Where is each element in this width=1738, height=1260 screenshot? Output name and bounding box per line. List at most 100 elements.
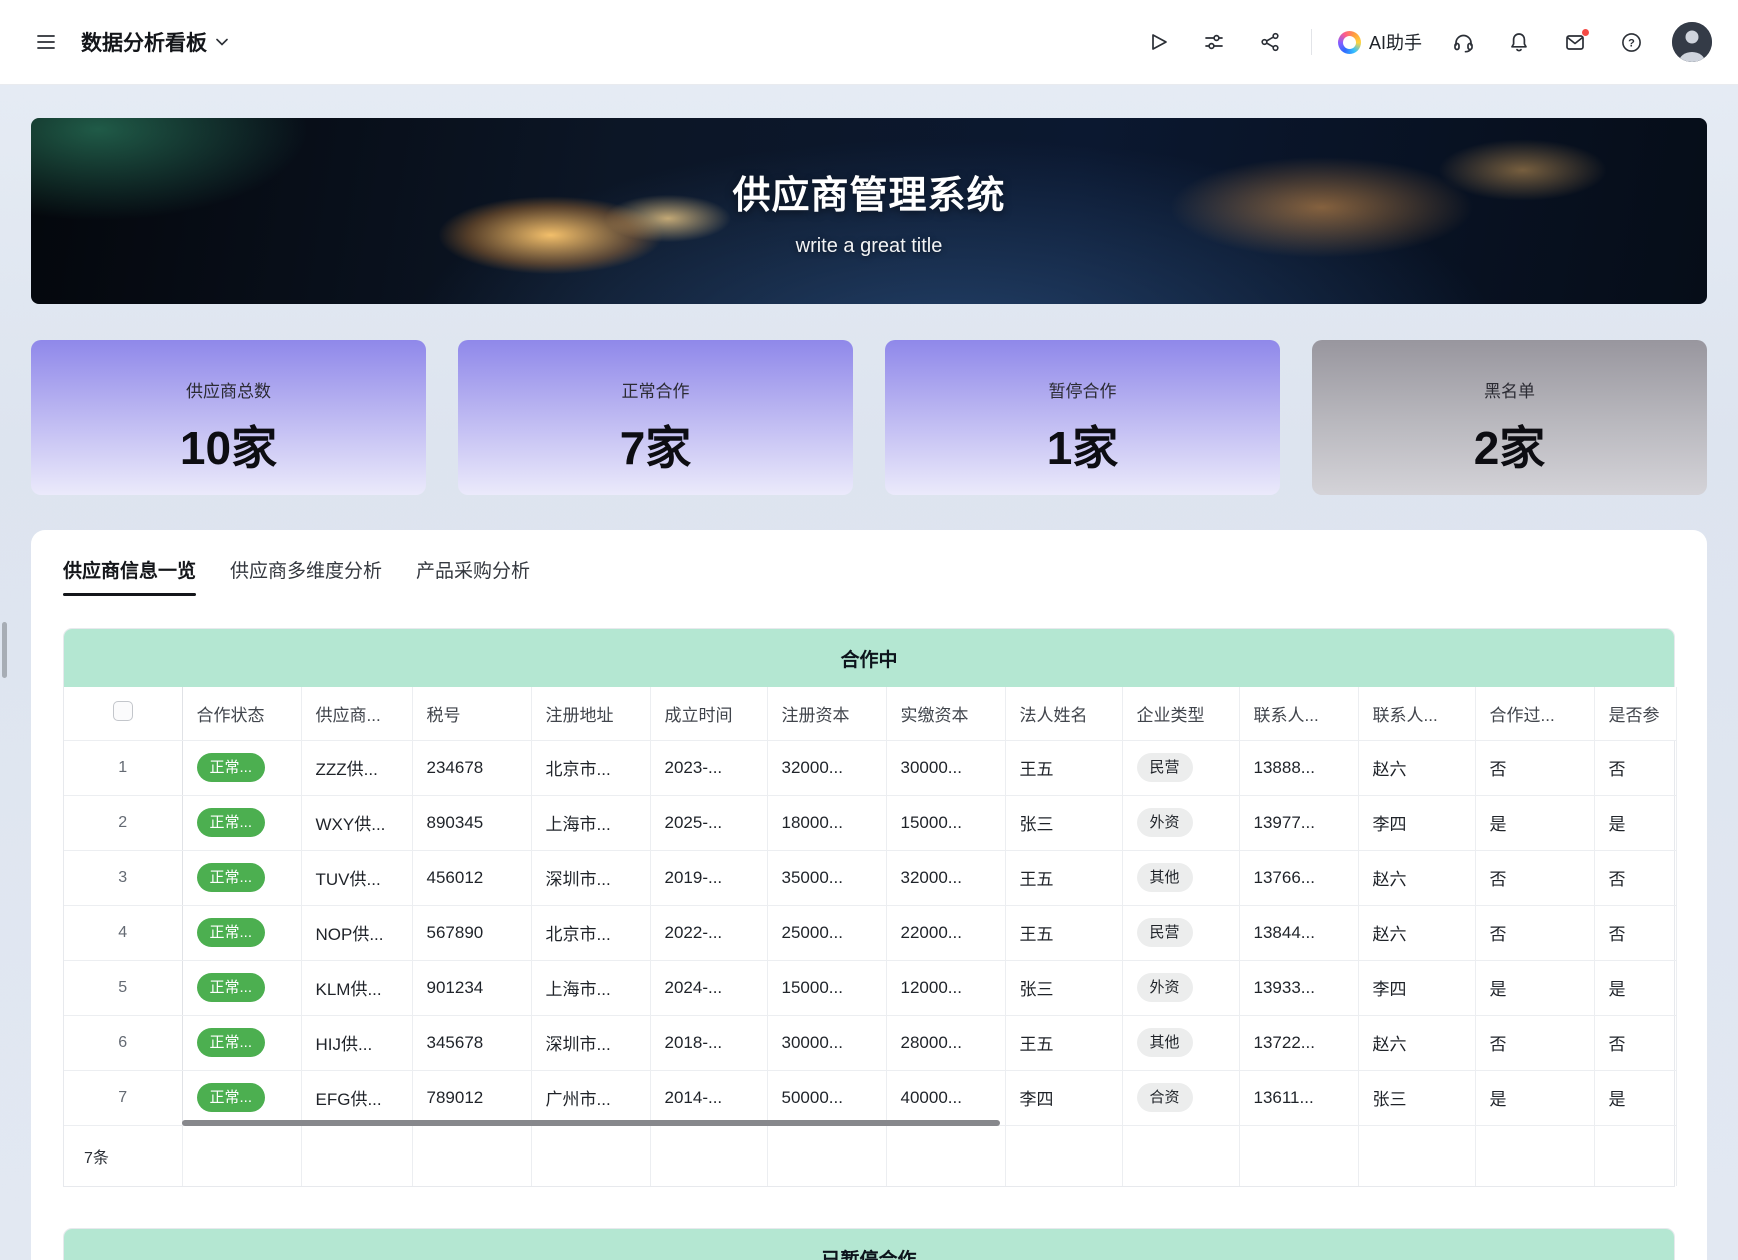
tab-supplier-overview[interactable]: 供应商信息一览	[63, 556, 196, 596]
stat-card-total-suppliers[interactable]: 供应商总数 10家	[31, 340, 426, 495]
cell[interactable]: 28000...	[886, 1015, 1005, 1070]
cell[interactable]: 王五	[1005, 905, 1122, 960]
cell[interactable]: 李四	[1358, 960, 1475, 1015]
cell[interactable]: 2024-...	[650, 960, 767, 1015]
cell[interactable]: 王五	[1005, 740, 1122, 795]
table-row[interactable]: 2正常...WXY供...890345上海市...2025-...18000..…	[64, 795, 1676, 850]
cell[interactable]: 合资	[1122, 1070, 1239, 1125]
cell[interactable]: 234678	[412, 740, 531, 795]
cell[interactable]: WXY供...	[301, 795, 412, 850]
cell[interactable]: 是	[1594, 960, 1676, 1015]
cell[interactable]: 否	[1475, 1015, 1594, 1070]
column-header[interactable]: 企业类型	[1122, 687, 1239, 740]
column-header[interactable]: 法人姓名	[1005, 687, 1122, 740]
cell[interactable]: 正常...	[182, 740, 301, 795]
row-number[interactable]: 3	[64, 850, 182, 905]
stat-card-normal-cooperation[interactable]: 正常合作 7家	[458, 340, 853, 495]
row-number[interactable]: 4	[64, 905, 182, 960]
cell[interactable]: 其他	[1122, 850, 1239, 905]
share-icon[interactable]	[1255, 27, 1285, 57]
cell[interactable]: 民营	[1122, 740, 1239, 795]
cell[interactable]: KLM供...	[301, 960, 412, 1015]
cell[interactable]: NOP供...	[301, 905, 412, 960]
column-header[interactable]: 成立时间	[650, 687, 767, 740]
cell[interactable]: 2018-...	[650, 1015, 767, 1070]
cell[interactable]: 2023-...	[650, 740, 767, 795]
column-header[interactable]: 税号	[412, 687, 531, 740]
cell[interactable]: EFG供...	[301, 1070, 412, 1125]
cell[interactable]: 正常...	[182, 905, 301, 960]
cell[interactable]: 2019-...	[650, 850, 767, 905]
column-header[interactable]: 联系人...	[1239, 687, 1358, 740]
table-row[interactable]: 4正常...NOP供...567890北京市...2022-...25000..…	[64, 905, 1676, 960]
cell[interactable]: 赵六	[1358, 850, 1475, 905]
cell[interactable]: 北京市...	[531, 740, 650, 795]
cell[interactable]: 是	[1475, 960, 1594, 1015]
inbox-icon[interactable]	[1560, 27, 1590, 57]
cell[interactable]: 是	[1475, 795, 1594, 850]
table-row[interactable]: 7正常...EFG供...789012广州市...2014-...50000..…	[64, 1070, 1676, 1125]
table-row[interactable]: 3正常...TUV供...456012深圳市...2019-...35000..…	[64, 850, 1676, 905]
cell[interactable]: 否	[1475, 740, 1594, 795]
cell[interactable]: 2022-...	[650, 905, 767, 960]
cell[interactable]: 50000...	[767, 1070, 886, 1125]
cell[interactable]: 正常...	[182, 1070, 301, 1125]
table-row[interactable]: 6正常...HIJ供...345678深圳市...2018-...30000..…	[64, 1015, 1676, 1070]
cell[interactable]: 北京市...	[531, 905, 650, 960]
cell[interactable]: 30000...	[886, 740, 1005, 795]
settings-sliders-icon[interactable]	[1199, 27, 1229, 57]
row-number[interactable]: 6	[64, 1015, 182, 1070]
table-row[interactable]: 1正常...ZZZ供...234678北京市...2023-...32000..…	[64, 740, 1676, 795]
cell[interactable]: 上海市...	[531, 960, 650, 1015]
cell[interactable]: 赵六	[1358, 1015, 1475, 1070]
select-all-checkbox[interactable]	[113, 701, 133, 721]
cell[interactable]: HIJ供...	[301, 1015, 412, 1070]
cell[interactable]: 张三	[1005, 795, 1122, 850]
column-header[interactable]: 供应商...	[301, 687, 412, 740]
cell[interactable]: 是	[1594, 1070, 1676, 1125]
cell[interactable]: 深圳市...	[531, 850, 650, 905]
cell[interactable]: 否	[1594, 905, 1676, 960]
cell[interactable]: 正常...	[182, 795, 301, 850]
tab-supplier-analysis[interactable]: 供应商多维度分析	[230, 556, 382, 596]
cell[interactable]: ZZZ供...	[301, 740, 412, 795]
cell[interactable]: 赵六	[1358, 905, 1475, 960]
cell[interactable]: 外资	[1122, 960, 1239, 1015]
cell[interactable]: 345678	[412, 1015, 531, 1070]
table-row[interactable]: 5正常...KLM供...901234上海市...2024-...15000..…	[64, 960, 1676, 1015]
cell[interactable]: 赵六	[1358, 740, 1475, 795]
notification-bell-icon[interactable]	[1504, 27, 1534, 57]
cell[interactable]: 深圳市...	[531, 1015, 650, 1070]
cell[interactable]: 32000...	[767, 740, 886, 795]
cell[interactable]: 王五	[1005, 850, 1122, 905]
help-icon[interactable]: ?	[1616, 27, 1646, 57]
cell[interactable]: 外资	[1122, 795, 1239, 850]
cell[interactable]: 15000...	[886, 795, 1005, 850]
cell[interactable]: 是	[1594, 795, 1676, 850]
cell[interactable]: 上海市...	[531, 795, 650, 850]
cell[interactable]: 正常...	[182, 960, 301, 1015]
cell[interactable]: 李四	[1358, 795, 1475, 850]
cell[interactable]: 2014-...	[650, 1070, 767, 1125]
cell[interactable]: 2025-...	[650, 795, 767, 850]
column-header[interactable]: 合作状态	[182, 687, 301, 740]
cell[interactable]: 王五	[1005, 1015, 1122, 1070]
row-number[interactable]: 7	[64, 1070, 182, 1125]
cell[interactable]: 12000...	[886, 960, 1005, 1015]
horizontal-scrollbar[interactable]	[182, 1120, 1000, 1126]
cell[interactable]: 30000...	[767, 1015, 886, 1070]
user-avatar[interactable]	[1672, 22, 1712, 62]
column-header[interactable]: 注册资本	[767, 687, 886, 740]
column-header[interactable]: 合作过...	[1475, 687, 1594, 740]
cell[interactable]: 25000...	[767, 905, 886, 960]
row-number[interactable]: 5	[64, 960, 182, 1015]
cell[interactable]: 456012	[412, 850, 531, 905]
cell[interactable]: 否	[1594, 740, 1676, 795]
cell[interactable]: 15000...	[767, 960, 886, 1015]
cell[interactable]: 正常...	[182, 850, 301, 905]
stat-card-paused-cooperation[interactable]: 暂停合作 1家	[885, 340, 1280, 495]
stat-card-blacklist[interactable]: 黑名单 2家	[1312, 340, 1707, 495]
cell[interactable]: 13933...	[1239, 960, 1358, 1015]
column-header[interactable]: 是否参	[1594, 687, 1676, 740]
cell[interactable]: 13844...	[1239, 905, 1358, 960]
